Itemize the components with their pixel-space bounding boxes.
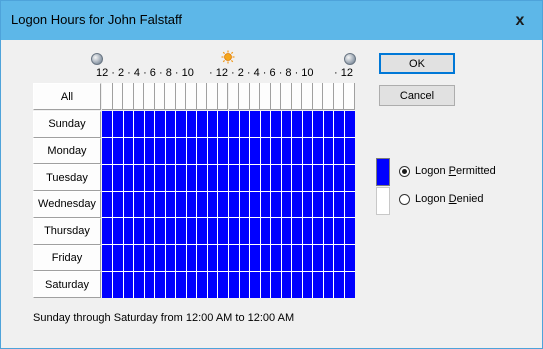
hour-labels-am: 12 · 2 · 4 · 6 · 8 · 10: [96, 67, 194, 79]
logon-denied-label: Logon Denied: [415, 193, 484, 205]
hour-column-header[interactable]: [281, 83, 292, 110]
hour-column-header[interactable]: [102, 83, 113, 110]
hour-column-header[interactable]: [165, 83, 176, 110]
day-gridline: [102, 190, 355, 192]
day-row-button-friday[interactable]: Friday: [33, 244, 101, 272]
select-all-button[interactable]: All: [33, 83, 101, 110]
day-row-button-saturday[interactable]: Saturday: [33, 271, 101, 298]
moon-icon: [344, 53, 356, 65]
logon-hours-grid: All Sunday Monday Tuesday Wednesday Thursday…: [33, 83, 355, 298]
radio-unselected-icon: [399, 193, 410, 205]
day-row-button-wednesday[interactable]: Wednesday: [33, 191, 101, 218]
day-row-button-thursday[interactable]: Thursday: [33, 217, 101, 245]
radio-selected-icon: [399, 165, 410, 177]
hour-column-header[interactable]: [239, 83, 250, 110]
day-row-button-sunday[interactable]: Sunday: [33, 111, 101, 138]
denied-legend-swatch: [376, 187, 390, 215]
permitted-legend-swatch: [376, 158, 390, 186]
cancel-button[interactable]: Cancel: [379, 85, 455, 106]
hour-column-header[interactable]: [312, 83, 324, 110]
hour-column-header[interactable]: [196, 83, 208, 110]
hour-column-header[interactable]: [175, 83, 187, 110]
hour-labels-pm: · 12 · 2 · 4 · 6 · 8 · 10: [209, 67, 314, 79]
window-title: Logon Hours for John Falstaff: [11, 12, 183, 27]
hour-column-header[interactable]: [260, 83, 271, 110]
hour-column-header[interactable]: [333, 83, 345, 110]
hour-column-header[interactable]: [228, 83, 240, 110]
day-gridline: [102, 163, 355, 165]
day-row-button-monday[interactable]: Monday: [33, 137, 101, 165]
logon-permitted-label: Logon Permitted: [415, 165, 496, 177]
hour-label-end: · 12: [334, 67, 353, 79]
hours-cell-grid[interactable]: [102, 111, 355, 298]
logon-denied-radio[interactable]: Logon Denied: [399, 193, 484, 205]
hour-column-header[interactable]: [112, 83, 124, 110]
close-icon: x: [515, 11, 525, 29]
day-gridline: [102, 137, 355, 139]
sun-icon: [221, 50, 235, 64]
hour-column-header[interactable]: [186, 83, 197, 110]
status-text: Sunday through Saturday from 12:00 AM to…: [33, 312, 295, 324]
hour-column-header[interactable]: [302, 83, 313, 110]
day-row-button-tuesday[interactable]: Tuesday: [33, 164, 101, 192]
hour-column-header[interactable]: [144, 83, 155, 110]
hour-column-header[interactable]: [133, 83, 145, 110]
hour-column-header[interactable]: [217, 83, 229, 110]
hour-column-header[interactable]: [123, 83, 134, 110]
ok-button[interactable]: OK: [379, 53, 455, 74]
hour-column-header[interactable]: [207, 83, 218, 110]
hour-column-header[interactable]: [154, 83, 166, 110]
close-button[interactable]: x: [498, 1, 542, 40]
hour-column-header[interactable]: [344, 83, 355, 110]
hour-column-header[interactable]: [270, 83, 282, 110]
hour-column-header[interactable]: [323, 83, 334, 110]
day-gridline: [102, 217, 355, 219]
hour-column-header[interactable]: [291, 83, 303, 110]
logon-hours-dialog: Logon Hours for John Falstaff x 12 · 2 ·…: [0, 0, 543, 349]
day-gridline: [102, 244, 355, 246]
day-gridline: [102, 270, 355, 272]
hour-column-header[interactable]: [249, 83, 261, 110]
logon-permitted-radio[interactable]: Logon Permitted: [399, 165, 496, 177]
moon-icon: [91, 53, 103, 65]
title-bar[interactable]: Logon Hours for John Falstaff x: [1, 1, 542, 40]
